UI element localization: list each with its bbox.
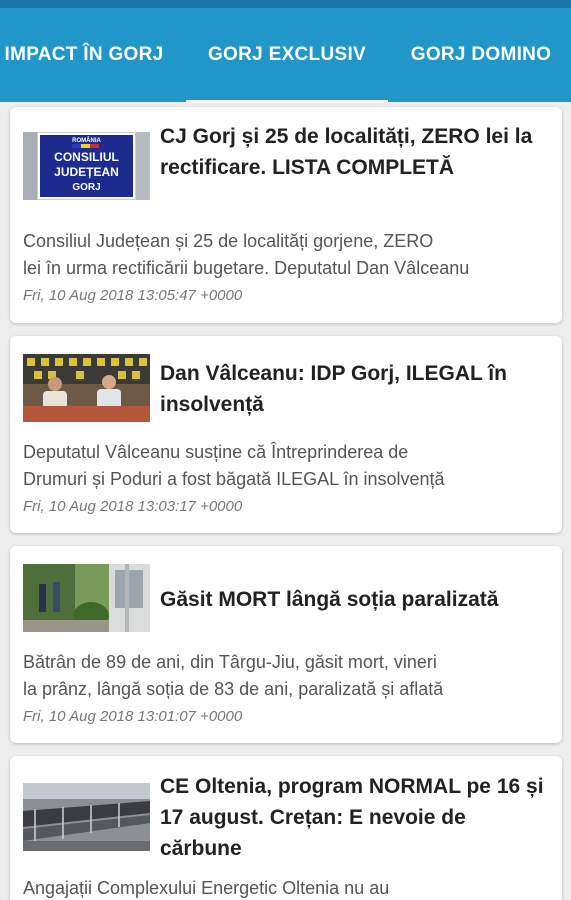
summary-line: Drumuri și Poduri a fost băgată ILEGAL î…: [23, 469, 445, 489]
article-date: Fri, 10 Aug 2018 13:03:17 +0000: [23, 498, 243, 515]
conveyor-belt-photo: [23, 783, 150, 851]
active-tab-indicator: [186, 100, 388, 102]
article-card[interactable]: CE Oltenia, program NORMAL pe 16 și 17 a…: [10, 756, 562, 900]
article-date: Fri, 10 Aug 2018 13:01:07 +0000: [23, 708, 243, 725]
summary-line: Consiliul Județean și 25 de localități g…: [23, 231, 434, 251]
summary-line: lei în urma rectificării bugetare. Deput…: [23, 258, 470, 278]
tab-gorj-domino[interactable]: GORJ DOMINO: [398, 8, 564, 102]
article-summary: Consiliul Județean și 25 de localități g…: [23, 228, 548, 282]
article-card[interactable]: Dan Vâlceanu: IDP Gorj, ILEGAL în insolv…: [10, 336, 562, 533]
svg-text:GORJ: GORJ: [72, 182, 100, 193]
article-title[interactable]: Dan Vâlceanu: IDP Gorj, ILEGAL în insolv…: [160, 358, 552, 420]
article-title[interactable]: CJ Gorj și 25 de localități, ZERO lei la…: [160, 121, 552, 183]
summary-line: Angajații Complexului Energetic Oltenia …: [23, 878, 390, 898]
svg-text:ROMÂNIA: ROMÂNIA: [72, 137, 101, 144]
article-card[interactable]: ROMÂNIA CONSILIUL JUDEȚEAN GORJ CJ Gorj …: [10, 107, 562, 323]
article-date: Fri, 10 Aug 2018 13:05:47 +0000: [23, 287, 243, 304]
category-tab-bar: IMPACT ÎN GORJ GORJ EXCLUSIV GORJ DOMINO: [0, 8, 571, 102]
tab-impact-in-gorj[interactable]: IMPACT ÎN GORJ: [0, 8, 176, 102]
article-summary: Deputatul Vâlceanu susține că Întreprind…: [23, 439, 548, 493]
tab-gorj-exclusiv[interactable]: GORJ EXCLUSIV: [186, 8, 388, 102]
article-thumbnail: [23, 354, 150, 422]
summary-line: Deputatul Vâlceanu susține că Întreprind…: [23, 442, 409, 462]
article-summary: Bătrân de 89 de ani, din Târgu-Jiu, găsi…: [23, 649, 548, 703]
street-scene-photo: [23, 564, 150, 632]
summary-line: Bătrân de 89 de ani, din Târgu-Jiu, găsi…: [23, 652, 437, 672]
article-card[interactable]: Găsit MORT lângă soția paralizată Bătrân…: [10, 546, 562, 743]
svg-text:JUDEȚEAN: JUDEȚEAN: [54, 165, 119, 179]
press-conference-photo: [23, 354, 150, 422]
council-sign-image: ROMÂNIA CONSILIUL JUDEȚEAN GORJ: [23, 132, 150, 200]
article-thumbnail: ROMÂNIA CONSILIUL JUDEȚEAN GORJ: [23, 132, 150, 200]
article-title[interactable]: CE Oltenia, program NORMAL pe 16 și 17 a…: [160, 771, 552, 864]
status-bar: [0, 0, 571, 8]
article-thumbnail: [23, 783, 150, 851]
article-summary: Angajații Complexului Energetic Oltenia …: [23, 875, 548, 900]
svg-text:CONSILIUL: CONSILIUL: [54, 150, 119, 164]
article-title[interactable]: Găsit MORT lângă soția paralizată: [160, 584, 552, 615]
article-thumbnail: [23, 564, 150, 632]
summary-line: la prânz, lângă soția de 83 de ani, para…: [23, 679, 444, 699]
